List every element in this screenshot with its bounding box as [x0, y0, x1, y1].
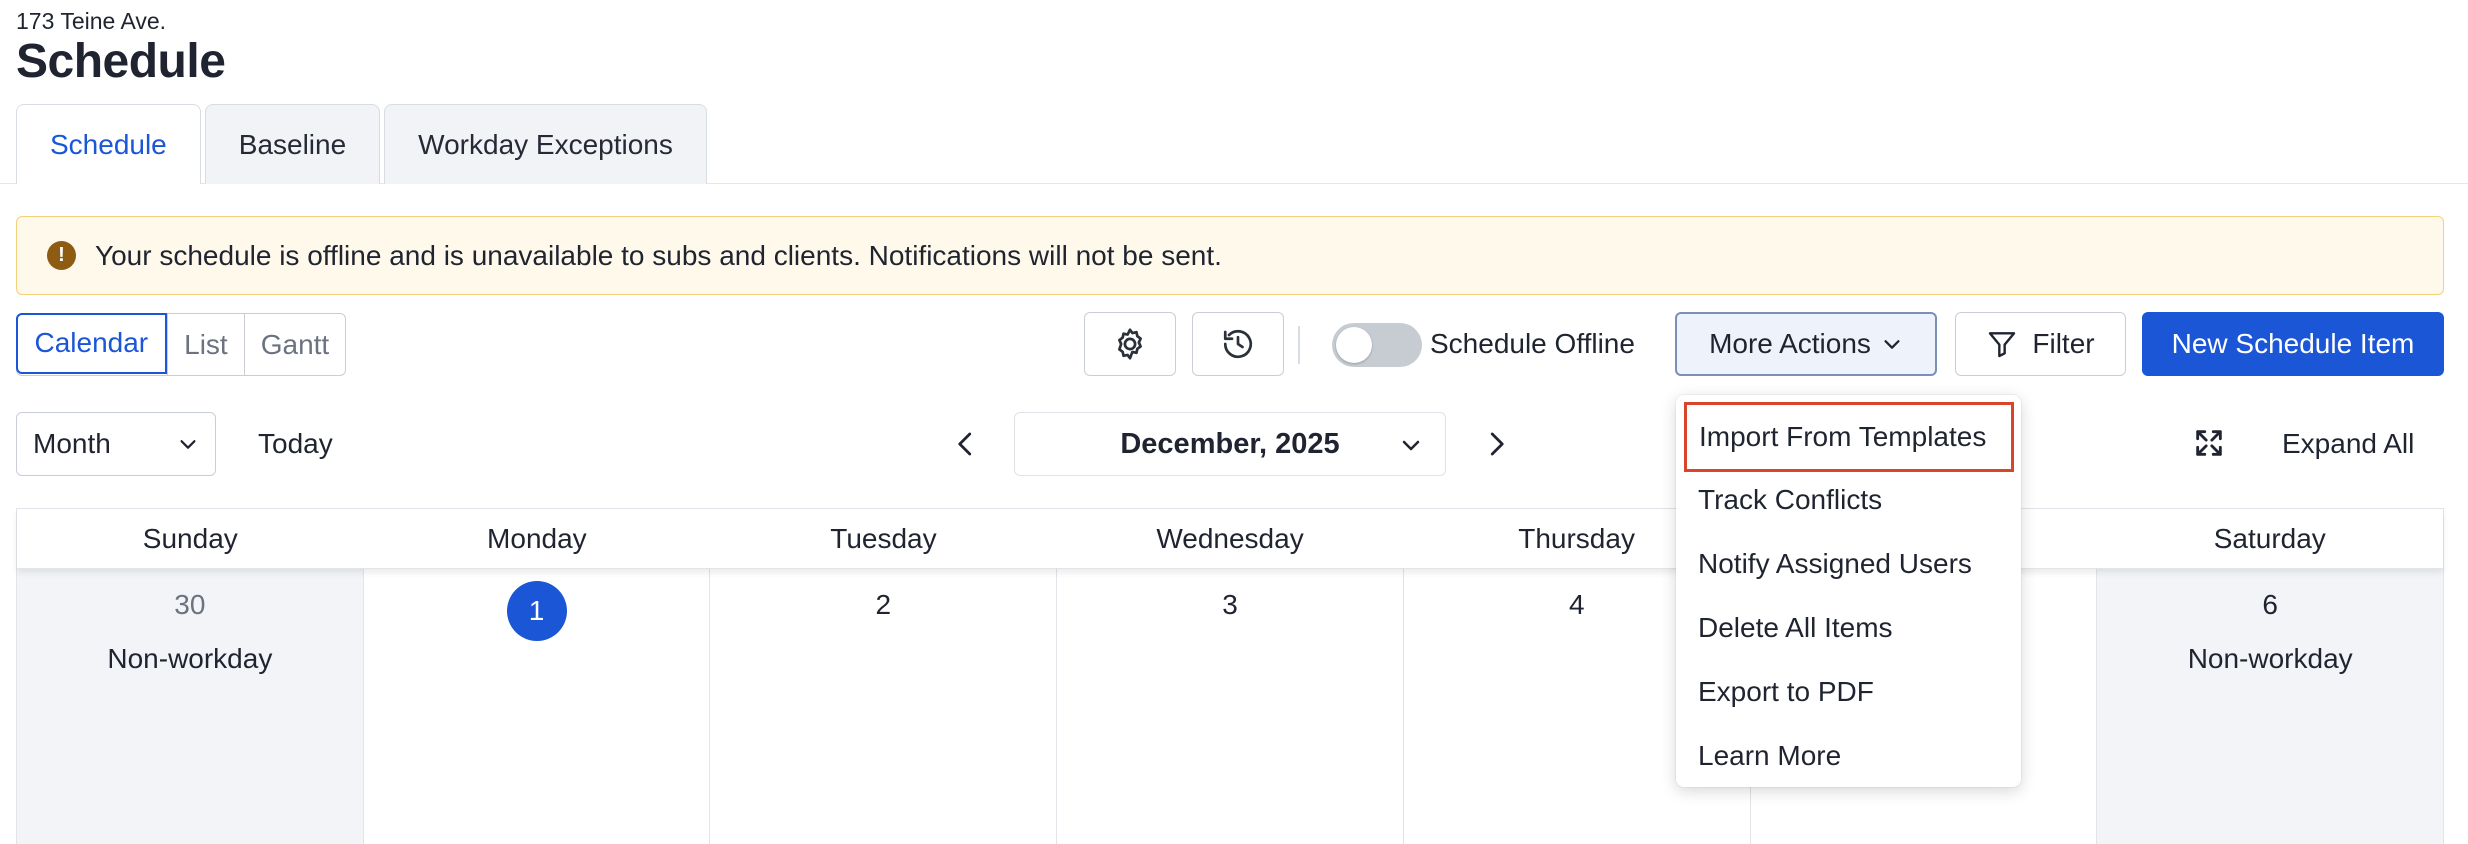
more-actions-label: More Actions	[1709, 328, 1871, 359]
calendar-day-cell[interactable]: 1	[362, 569, 710, 844]
alert-circle-icon: !	[47, 241, 76, 270]
expand-all-button[interactable]: Expand All	[2282, 428, 2414, 460]
month-picker[interactable]: December, 2025	[1014, 412, 1446, 476]
chevron-right-icon	[1490, 432, 1504, 456]
calendar-week-row: 30 Non-workday 1 2 3 4 5 6 Non-workday	[17, 569, 2444, 844]
day-name-monday: Monday	[487, 522, 587, 554]
day-name-sunday: Sunday	[142, 522, 238, 554]
settings-button[interactable]	[1084, 312, 1176, 376]
schedule-offline-label: Schedule Offline	[1430, 328, 1635, 359]
view-toggle: Calendar List Gantt	[15, 312, 347, 376]
day-name-wednesday: Wednesday	[1156, 522, 1304, 554]
more-actions-menu: Import From Templates Track Conflicts No…	[1676, 395, 2021, 787]
new-schedule-item-button[interactable]: New Schedule Item	[2142, 312, 2444, 376]
banner-text: Your schedule is offline and is unavaila…	[95, 239, 1222, 271]
day-name-tuesday: Tuesday	[830, 522, 937, 554]
expand-icon[interactable]	[2192, 426, 2226, 460]
filter-label: Filter	[2032, 328, 2095, 359]
filter-icon	[1989, 332, 2016, 358]
gear-icon	[1118, 328, 1142, 360]
history-button[interactable]	[1192, 312, 1284, 376]
next-month-button[interactable]	[1476, 424, 1516, 464]
chevron-left-icon	[958, 432, 972, 456]
tab-baseline[interactable]: Baseline	[204, 104, 381, 184]
chevron-down-icon	[1402, 440, 1420, 451]
page-title: Schedule	[16, 35, 226, 88]
day-name-saturday: Saturday	[2213, 522, 2326, 554]
menu-item-learn-more[interactable]: Learn More	[1698, 740, 1841, 772]
period-select[interactable]: Month	[16, 412, 216, 476]
menu-item-import-from-templates[interactable]: Import From Templates	[1684, 402, 2014, 472]
menu-item-delete-all-items[interactable]: Delete All Items	[1698, 612, 1893, 644]
today-button[interactable]: Today	[258, 428, 333, 460]
menu-item-export-to-pdf[interactable]: Export to PDF	[1698, 676, 1874, 708]
view-calendar-button[interactable]: Calendar	[15, 312, 168, 374]
menu-item-track-conflicts[interactable]: Track Conflicts	[1698, 484, 1882, 516]
calendar-day-cell[interactable]: 30 Non-workday	[17, 569, 363, 844]
current-month: December, 2025	[1120, 427, 1340, 460]
day-number: 30	[174, 589, 206, 620]
tab-schedule[interactable]: Schedule	[16, 104, 201, 184]
address: 173 Teine Ave.	[16, 8, 167, 34]
schedule-offline-toggle[interactable]	[1332, 323, 1422, 367]
previous-month-button[interactable]	[946, 424, 986, 464]
more-actions-button[interactable]: More Actions	[1675, 312, 1937, 376]
history-icon	[1223, 329, 1253, 359]
tab-bar: Schedule Baseline Workday Exceptions	[16, 104, 711, 184]
chevron-down-icon	[1884, 340, 1900, 349]
period-select-value: Month	[33, 428, 111, 459]
view-list-button[interactable]: List	[167, 314, 244, 375]
month-calendar: Sunday Monday Tuesday Wednesday Thursday…	[16, 508, 2444, 844]
today-day-number: 1	[506, 581, 567, 641]
menu-item-notify-assigned-users[interactable]: Notify Assigned Users	[1698, 548, 1972, 580]
day-number: 3	[1222, 589, 1238, 620]
toolbar-divider	[1298, 326, 1300, 364]
day-number: 6	[2262, 589, 2278, 620]
chevron-down-icon	[180, 440, 196, 449]
calendar-day-cell[interactable]: 3	[1056, 569, 1403, 844]
day-number: 2	[875, 589, 892, 620]
toggle-knob	[1336, 327, 1372, 363]
calendar-day-cell[interactable]: 2	[709, 569, 1056, 844]
calendar-day-cell[interactable]: 6 Non-workday	[2096, 569, 2444, 844]
non-workday-label: Non-workday	[2187, 643, 2353, 674]
calendar-header: Sunday Monday Tuesday Wednesday Thursday…	[17, 509, 2443, 569]
view-gantt-button[interactable]: Gantt	[243, 314, 345, 375]
offline-banner: ! Your schedule is offline and is unavai…	[16, 216, 2444, 295]
filter-button[interactable]: Filter	[1955, 312, 2126, 376]
tab-workday-exceptions[interactable]: Workday Exceptions	[384, 104, 707, 184]
non-workday-label: Non-workday	[107, 643, 273, 674]
